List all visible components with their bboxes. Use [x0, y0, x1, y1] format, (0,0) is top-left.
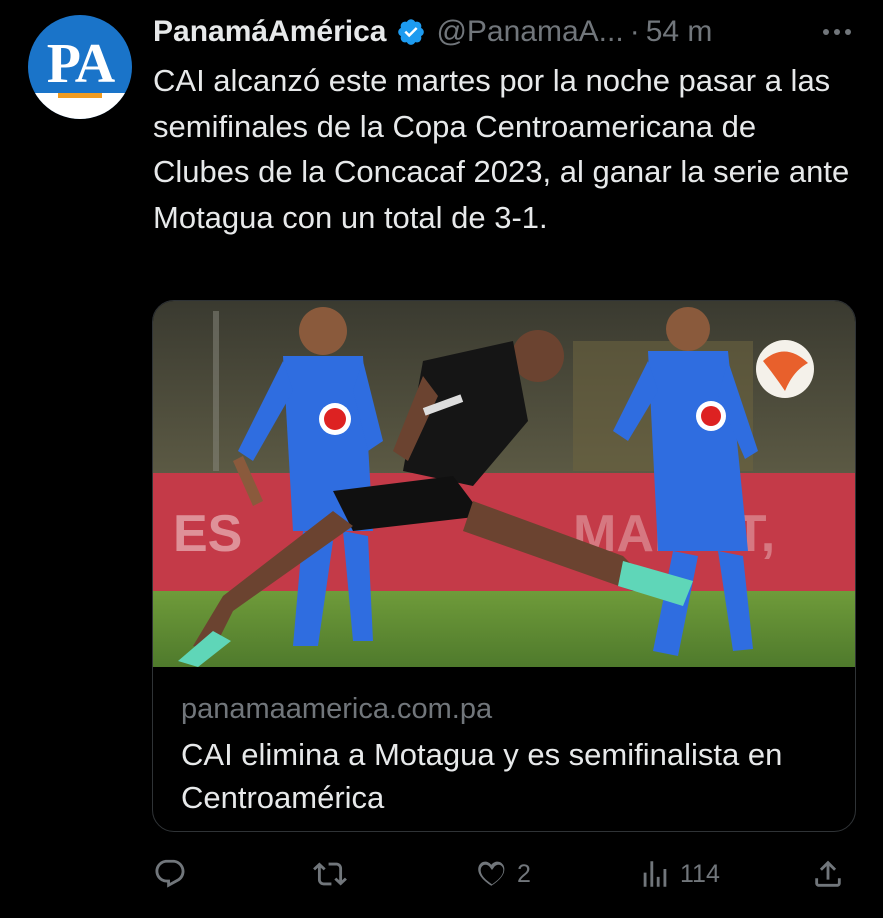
tweet-timestamp[interactable]: 54 m — [646, 15, 713, 49]
share-icon — [815, 860, 841, 887]
more-options-icon[interactable] — [823, 29, 863, 35]
views-icon — [643, 861, 667, 887]
reply-icon — [155, 859, 185, 888]
svg-text:ES: ES — [173, 505, 242, 563]
card-title: CAI elimina a Motagua y es semifinalista… — [181, 737, 783, 815]
retweet-icon — [313, 862, 347, 886]
tweet-header: PanamáAmérica @PanamaA... · 54 m — [153, 12, 863, 52]
avatar-logo-text: PA — [46, 33, 115, 95]
tweet-actions: 2 114 — [153, 850, 853, 898]
retweet-button[interactable] — [313, 850, 347, 898]
views-count: 114 — [680, 859, 720, 888]
link-card[interactable]: ES MAR. IT, panamaamerica.com.pa CAI eli… — [152, 300, 856, 832]
card-domain: panamaamerica.com.pa — [181, 693, 493, 725]
separator-dot: · — [629, 15, 640, 48]
views-button[interactable]: 114 — [638, 850, 720, 898]
share-button[interactable] — [811, 850, 845, 898]
like-count: 2 — [517, 859, 531, 888]
account-handle[interactable]: @PanamaA... — [436, 15, 623, 49]
avatar-logo-stripe — [28, 93, 132, 119]
card-image[interactable]: ES MAR. IT, — [153, 301, 855, 667]
reply-button[interactable] — [153, 850, 187, 898]
tweet-text: CAI alcanzó este martes por la noche pas… — [153, 63, 850, 235]
account-name[interactable]: PanamáAmérica — [153, 15, 386, 49]
avatar[interactable]: PA — [28, 15, 132, 119]
verified-badge-icon — [398, 19, 425, 45]
like-button[interactable]: 2 — [475, 850, 531, 898]
heart-icon — [478, 861, 505, 887]
